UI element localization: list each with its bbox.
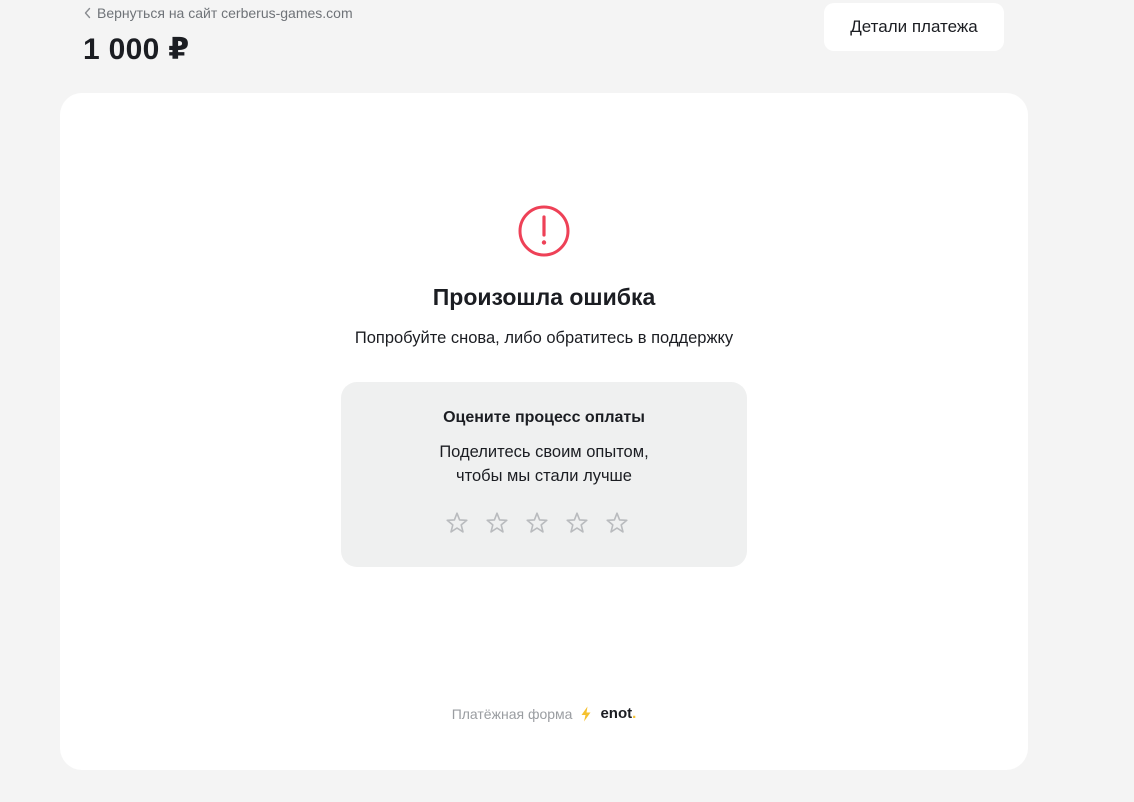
star-icon[interactable] <box>605 511 629 535</box>
status-card: Произошла ошибка Попробуйте снова, либо … <box>60 93 1028 770</box>
rating-stars <box>445 511 629 535</box>
rating-panel: Оцените процесс оплаты Поделитесь своим … <box>341 382 747 567</box>
chevron-left-icon <box>84 7 91 19</box>
rating-description: Поделитесь своим опытом, чтобы мы стали … <box>341 440 747 488</box>
payment-form-footer: Платёжная форма enot. <box>60 705 1028 722</box>
payment-page: Вернуться на сайт cerberus-games.com 1 0… <box>0 0 1134 802</box>
star-icon[interactable] <box>485 511 509 535</box>
payment-amount: 1 000 ₽ <box>83 33 190 66</box>
lightning-bolt-icon <box>581 706 591 721</box>
enot-logo[interactable]: enot. <box>600 705 636 722</box>
back-to-site-link[interactable]: Вернуться на сайт cerberus-games.com <box>83 5 353 21</box>
exclamation-circle-icon <box>518 205 570 257</box>
star-icon[interactable] <box>445 511 469 535</box>
rating-title: Оцените процесс оплаты <box>443 409 645 426</box>
brand-name: enot <box>600 705 633 722</box>
rating-text-line-1: Поделитесь своим опытом, <box>439 443 649 461</box>
error-subtitle: Попробуйте снова, либо обратитесь в подд… <box>354 329 734 347</box>
rating-text-line-2: чтобы мы стали лучше <box>456 467 632 485</box>
star-icon[interactable] <box>525 511 549 535</box>
payment-details-button[interactable]: Детали платежа <box>824 3 1004 51</box>
error-title: Произошла ошибка <box>432 284 656 310</box>
back-link-label: Вернуться на сайт cerberus-games.com <box>97 5 353 21</box>
footer-label: Платёжная форма <box>451 705 573 722</box>
brand-dot: . <box>632 705 637 722</box>
star-icon[interactable] <box>565 511 589 535</box>
